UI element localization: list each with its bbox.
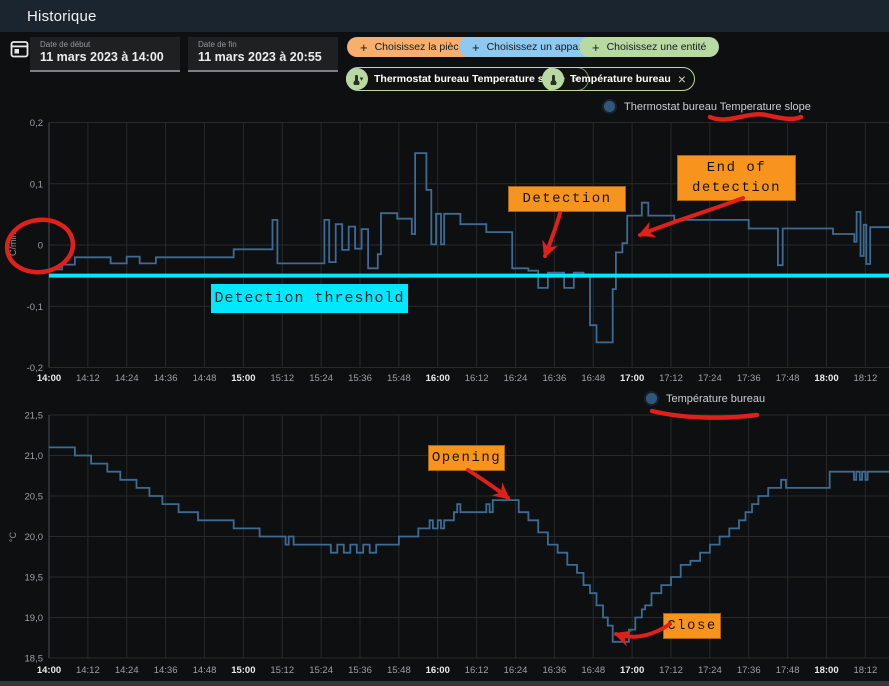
annotation-detection-threshold: Detection threshold: [211, 284, 408, 313]
svg-text:18:00: 18:00: [814, 373, 838, 384]
svg-text:14:24: 14:24: [115, 373, 139, 384]
svg-text:16:12: 16:12: [465, 373, 489, 384]
svg-text:°C: °C: [8, 531, 18, 542]
svg-text:0,1: 0,1: [30, 179, 43, 190]
svg-text:14:00: 14:00: [37, 665, 61, 676]
svg-text:17:36: 17:36: [737, 665, 761, 676]
svg-text:15:12: 15:12: [270, 373, 294, 384]
svg-text:20,5: 20,5: [25, 492, 44, 503]
svg-text:15:12: 15:12: [270, 665, 294, 676]
svg-text:17:24: 17:24: [698, 373, 722, 384]
annotation-opening: Opening: [428, 445, 505, 471]
svg-text:14:48: 14:48: [193, 665, 217, 676]
svg-text:20,0: 20,0: [25, 532, 44, 543]
svg-text:15:36: 15:36: [348, 373, 372, 384]
svg-text:14:12: 14:12: [76, 665, 100, 676]
svg-text:16:36: 16:36: [542, 373, 566, 384]
svg-text:17:36: 17:36: [737, 373, 761, 384]
svg-text:16:00: 16:00: [426, 373, 450, 384]
svg-text:19,5: 19,5: [25, 573, 44, 584]
svg-text:18:12: 18:12: [853, 373, 877, 384]
bottom-panel-edge: [0, 681, 889, 686]
svg-text:16:00: 16:00: [426, 665, 450, 676]
svg-text:17:00: 17:00: [620, 373, 644, 384]
svg-text:19,0: 19,0: [25, 613, 44, 624]
svg-text:15:36: 15:36: [348, 665, 372, 676]
svg-text:15:48: 15:48: [387, 373, 411, 384]
svg-text:21,5: 21,5: [25, 411, 44, 422]
svg-text:16:24: 16:24: [504, 665, 528, 676]
svg-text:0,2: 0,2: [30, 118, 43, 129]
svg-text:15:24: 15:24: [309, 373, 333, 384]
svg-text:18,5: 18,5: [25, 654, 44, 665]
annotation-detection: Detection: [508, 186, 626, 212]
svg-text:15:00: 15:00: [231, 665, 255, 676]
svg-text:16:24: 16:24: [504, 373, 528, 384]
svg-text:17:24: 17:24: [698, 665, 722, 676]
svg-text:16:12: 16:12: [465, 665, 489, 676]
svg-text:14:36: 14:36: [154, 665, 178, 676]
svg-text:15:00: 15:00: [231, 373, 255, 384]
svg-text:14:12: 14:12: [76, 373, 100, 384]
svg-text:17:00: 17:00: [620, 665, 644, 676]
svg-text:15:24: 15:24: [309, 665, 333, 676]
svg-text:-0,1: -0,1: [27, 302, 43, 313]
svg-text:0: 0: [38, 241, 43, 252]
temperature-chart[interactable]: 21,5 21,0 20,5 20,0 19,5 19,0 18,514:00 14:12 14…: [0, 388, 889, 686]
annotation-end-of-detection: End of detection: [677, 155, 796, 201]
svg-text:18:12: 18:12: [853, 665, 877, 676]
annotation-close: Close: [663, 613, 721, 639]
svg-text:17:12: 17:12: [659, 665, 683, 676]
svg-text:14:24: 14:24: [115, 665, 139, 676]
svg-text:16:48: 16:48: [581, 665, 605, 676]
svg-text:18:00: 18:00: [814, 665, 838, 676]
svg-text:14:48: 14:48: [193, 373, 217, 384]
svg-text:15:48: 15:48: [387, 665, 411, 676]
svg-text:17:12: 17:12: [659, 373, 683, 384]
history-page: Historique Date de début 11 mars 2023 à …: [0, 0, 889, 686]
svg-text:17:48: 17:48: [776, 373, 800, 384]
svg-text:16:36: 16:36: [542, 665, 566, 676]
svg-text:16:48: 16:48: [581, 373, 605, 384]
svg-text:14:36: 14:36: [154, 373, 178, 384]
svg-text:°C/min: °C/min: [8, 232, 18, 259]
svg-text:14:00: 14:00: [37, 373, 61, 384]
svg-text:21,0: 21,0: [25, 451, 44, 462]
svg-text:17:48: 17:48: [776, 665, 800, 676]
